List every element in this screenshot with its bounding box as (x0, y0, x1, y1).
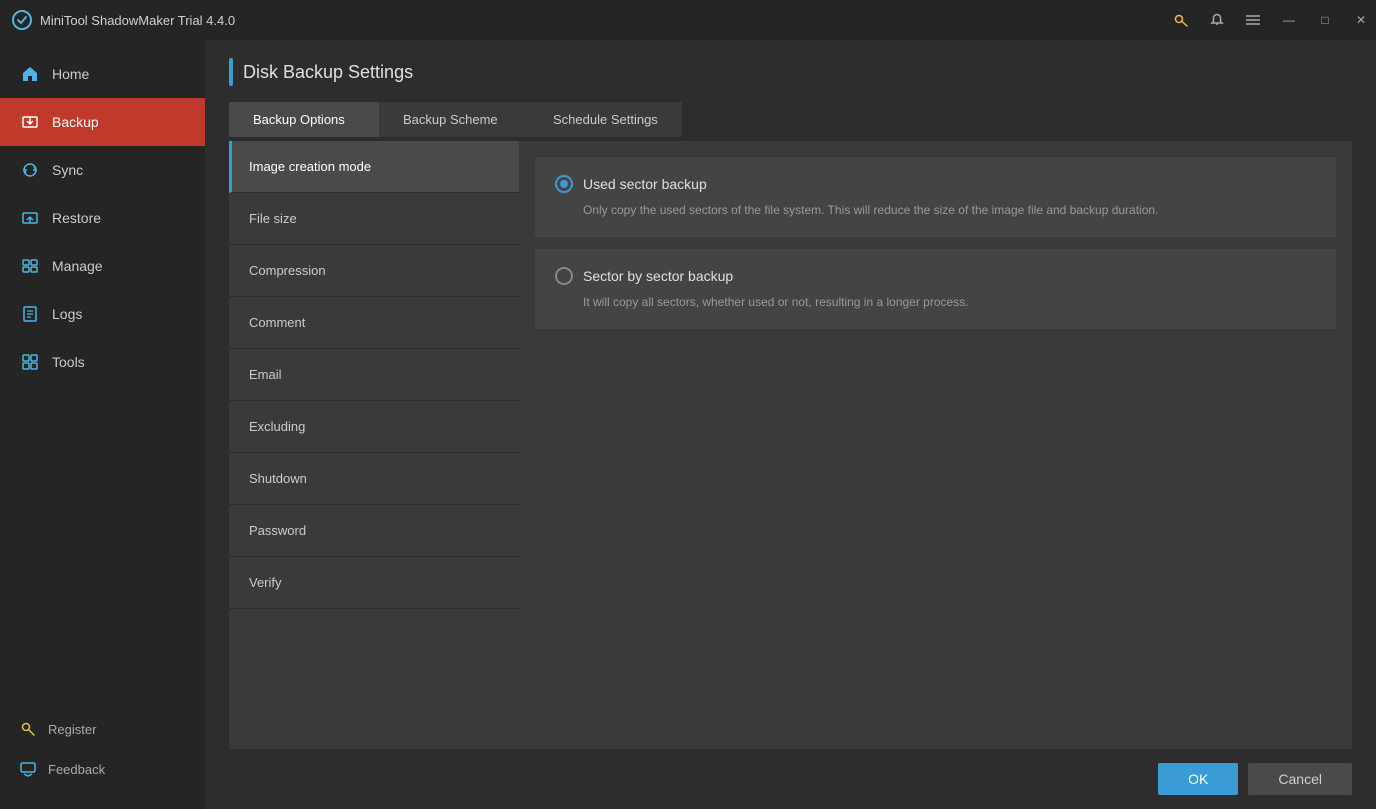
sidebar-label-manage: Manage (52, 258, 103, 274)
sidebar: Home Backup (0, 40, 205, 809)
sidebar-item-backup[interactable]: Backup (0, 98, 205, 146)
tab-backup-scheme[interactable]: Backup Scheme (379, 102, 529, 137)
sidebar-label-feedback: Feedback (48, 762, 105, 777)
radio-card-used-sector[interactable]: Used sector backup Only copy the used se… (535, 157, 1336, 237)
key-icon[interactable] (1166, 0, 1196, 40)
content-area: Disk Backup Settings Backup Options Back… (205, 40, 1376, 809)
sidebar-label-restore: Restore (52, 210, 101, 226)
option-shutdown[interactable]: Shutdown (229, 453, 519, 505)
radio-header-sector-by-sector: Sector by sector backup (555, 267, 1316, 285)
app-logo (12, 10, 32, 30)
sidebar-item-home[interactable]: Home (0, 50, 205, 98)
manage-icon (20, 256, 40, 276)
option-excluding[interactable]: Excluding (229, 401, 519, 453)
option-verify[interactable]: Verify (229, 557, 519, 609)
option-image-creation-mode[interactable]: Image creation mode (229, 141, 519, 193)
sidebar-item-feedback[interactable]: Feedback (0, 749, 205, 789)
tabs-row: Backup Options Backup Scheme Schedule Se… (205, 102, 1376, 137)
sync-icon (20, 160, 40, 180)
option-comment[interactable]: Comment (229, 297, 519, 349)
radio-desc-used-sector: Only copy the used sectors of the file s… (555, 201, 1316, 219)
maximize-button[interactable]: □ (1310, 0, 1340, 40)
menu-icon[interactable] (1238, 0, 1268, 40)
feedback-icon (20, 761, 36, 777)
home-icon (20, 64, 40, 84)
main-panel: Image creation mode File size Compressio… (205, 141, 1376, 749)
logs-icon (20, 304, 40, 324)
radio-header-used-sector: Used sector backup (555, 175, 1316, 193)
option-email[interactable]: Email (229, 349, 519, 401)
tools-icon (20, 352, 40, 372)
tab-backup-options[interactable]: Backup Options (229, 102, 379, 137)
option-password[interactable]: Password (229, 505, 519, 557)
sidebar-item-logs[interactable]: Logs (0, 290, 205, 338)
radio-card-sector-by-sector[interactable]: Sector by sector backup It will copy all… (535, 249, 1336, 329)
radio-used-sector[interactable] (555, 175, 573, 193)
sidebar-item-sync[interactable]: Sync (0, 146, 205, 194)
sidebar-label-home: Home (52, 66, 89, 82)
register-icon (20, 721, 36, 737)
sidebar-item-register[interactable]: Register (0, 709, 205, 749)
option-file-size[interactable]: File size (229, 193, 519, 245)
window-controls: — □ ✕ (1166, 0, 1376, 40)
sidebar-item-tools[interactable]: Tools (0, 338, 205, 386)
radio-label-sector-by-sector: Sector by sector backup (583, 268, 733, 284)
titlebar: MiniTool ShadowMaker Trial 4.4.0 — (0, 0, 1376, 40)
radio-desc-sector-by-sector: It will copy all sectors, whether used o… (555, 293, 1316, 311)
sidebar-label-backup: Backup (52, 114, 99, 130)
radio-sector-by-sector[interactable] (555, 267, 573, 285)
sidebar-item-restore[interactable]: Restore (0, 194, 205, 242)
options-list: Image creation mode File size Compressio… (229, 141, 519, 749)
close-button[interactable]: ✕ (1346, 0, 1376, 40)
restore-icon (20, 208, 40, 228)
sidebar-bottom: Register Feedback (0, 709, 205, 809)
sidebar-label-sync: Sync (52, 162, 83, 178)
page-title-bar: Disk Backup Settings (205, 40, 1376, 102)
footer: OK Cancel (205, 749, 1376, 809)
title-accent (229, 58, 233, 86)
radio-label-used-sector: Used sector backup (583, 176, 707, 192)
sidebar-label-register: Register (48, 722, 96, 737)
backup-icon (20, 112, 40, 132)
sidebar-nav: Home Backup (0, 40, 205, 709)
cancel-button[interactable]: Cancel (1248, 763, 1352, 795)
minimize-button[interactable]: — (1274, 0, 1304, 40)
ok-button[interactable]: OK (1158, 763, 1238, 795)
sidebar-item-manage[interactable]: Manage (0, 242, 205, 290)
bell-icon[interactable] (1202, 0, 1232, 40)
sidebar-label-tools: Tools (52, 354, 85, 370)
option-compression[interactable]: Compression (229, 245, 519, 297)
sidebar-label-logs: Logs (52, 306, 82, 322)
page-title: Disk Backup Settings (243, 62, 413, 83)
app-body: Home Backup (0, 40, 1376, 809)
options-content: Used sector backup Only copy the used se… (519, 141, 1352, 749)
tab-schedule-settings[interactable]: Schedule Settings (529, 102, 682, 137)
